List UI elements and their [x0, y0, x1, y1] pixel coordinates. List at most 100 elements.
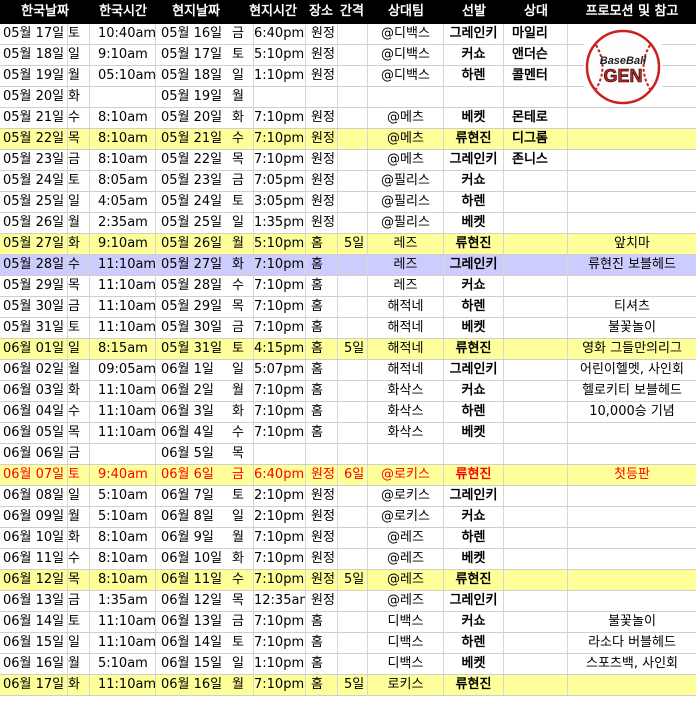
cell-kd: 06월 09일 — [0, 507, 68, 527]
cell-team: 해적네 — [368, 297, 444, 317]
cell-kt: 11:10am — [90, 318, 156, 338]
cell-sp: 류현진 — [444, 129, 504, 149]
cell-ld: 05월 24일 — [161, 194, 223, 209]
cell-team: @필리스 — [368, 192, 444, 212]
cell-kw: 수 — [68, 402, 90, 422]
header-cell: 상대팀 — [388, 4, 424, 19]
cell-lw: 목 — [232, 150, 254, 170]
cell-kd: 06월 11일 — [0, 549, 68, 569]
cell-team: @디백스 — [368, 66, 444, 86]
cell-promo: 티셔츠 — [614, 299, 650, 314]
cell-kd: 06월 16일 — [0, 654, 68, 674]
cell-opp — [504, 486, 568, 506]
cell-team — [368, 444, 444, 464]
cell-sp: 류현진 — [444, 465, 504, 485]
cell-kd: 06월 12일 — [0, 570, 68, 590]
cell-ld: 05월 28일 — [161, 278, 223, 293]
cell-promo: 스포츠백, 사인회 — [586, 656, 678, 671]
cell-ld: 06월 12일 — [161, 593, 223, 608]
cell-lt: 12:35am — [254, 591, 306, 611]
cell-opp: 몬테로 — [504, 108, 568, 128]
cell-kd: 06월 05일 — [0, 423, 68, 443]
cell-opp — [504, 654, 568, 674]
cell-promo — [568, 528, 696, 548]
cell-opp — [504, 171, 568, 191]
cell-team — [368, 87, 444, 107]
table-row: 05월 30일 금 11:10am 05월 29일 목 7:10pm 홈 해적네 하렌 티셔츠 — [0, 297, 696, 318]
cell-kw: 목 — [68, 129, 90, 149]
cell-kd: 05월 31일 — [0, 318, 68, 338]
cell-kt — [90, 444, 156, 464]
cell-opp — [504, 255, 568, 275]
cell-kt: 8:10am — [90, 528, 156, 548]
table-row: 05월 28일 수 11:10am 05월 27일 화 7:10pm 홈 레즈 그레인키 류현진 … — [0, 255, 696, 276]
cell-pl — [306, 87, 338, 107]
cell-opp — [504, 276, 568, 296]
cell-kd: 05월 28일 — [0, 255, 68, 275]
cell-promo: 헬로키티 보블헤드 — [582, 383, 682, 398]
cell-kd: 05월 21일 — [0, 108, 68, 128]
cell-sp: 그레인키 — [444, 486, 504, 506]
cell-opp — [504, 87, 568, 107]
cell-kd: 05월 23일 — [0, 150, 68, 170]
header-cell: 상대 — [524, 4, 548, 19]
cell-gap — [338, 402, 368, 422]
cell-gap — [338, 423, 368, 443]
cell-opp — [504, 444, 568, 464]
cell-ld: 06월 13일 — [161, 614, 223, 629]
baseball-icon: BaseBall GEN — [585, 29, 661, 105]
baseball-gen-logo: BaseBall GEN — [584, 28, 662, 106]
table-row: 06월 10일 화 8:10am 06월 9일 월 7:10pm 원정 @레즈 하렌 — [0, 528, 696, 549]
cell-kd: 06월 04일 — [0, 402, 68, 422]
cell-kw: 화 — [68, 234, 90, 254]
cell-kw: 토 — [68, 465, 90, 485]
header-cell: 현지시간 — [249, 4, 297, 19]
cell-gap — [338, 633, 368, 653]
header-cell: 간격 — [340, 4, 364, 19]
cell-lw: 일 — [232, 360, 254, 380]
cell-pl: 원정 — [306, 549, 338, 569]
cell-sp: 그레인키 — [444, 150, 504, 170]
cell-promo — [568, 171, 696, 191]
cell-opp — [504, 507, 568, 527]
cell-lt: 5:10pm — [254, 45, 306, 65]
cell-promo: 어린이헬멧, 사인회 — [580, 362, 684, 377]
cell-ld: 06월 15일 — [161, 656, 223, 671]
table-row: 06월 16일 월 5:10am 06월 15일 일 1:10pm 홈 디백스 베켓 스포츠백, … — [0, 654, 696, 675]
cell-lt: 2:10pm — [254, 486, 306, 506]
cell-sp: 하렌 — [444, 633, 504, 653]
cell-pl: 홈 — [306, 297, 338, 317]
cell-opp — [504, 633, 568, 653]
cell-pl: 원정 — [306, 507, 338, 527]
cell-kw: 목 — [68, 570, 90, 590]
cell-sp: 하렌 — [444, 66, 504, 86]
header-cell: 한국시간 — [99, 4, 147, 19]
header-cell: 프로모션 및 참고 — [585, 4, 679, 19]
cell-kd: 05월 30일 — [0, 297, 68, 317]
cell-kw: 화 — [68, 675, 90, 695]
cell-lw: 화 — [232, 108, 254, 128]
cell-pl: 원정 — [306, 570, 338, 590]
cell-kt: 8:10am — [90, 108, 156, 128]
cell-pl: 원정 — [306, 24, 338, 44]
cell-lw: 월 — [232, 234, 254, 254]
cell-team: @로키스 — [368, 465, 444, 485]
table-row: 06월 14일 토 11:10am 06월 13일 금 7:10pm 홈 디백스 커쇼 불꽃놀이 — [0, 612, 696, 633]
cell-pl: 원정 — [306, 45, 338, 65]
cell-kd: 06월 13일 — [0, 591, 68, 611]
cell-ld: 06월 10일 — [161, 551, 223, 566]
cell-lt: 6:40pm — [254, 24, 306, 44]
cell-kt: 9:40am — [90, 465, 156, 485]
cell-kw: 일 — [68, 633, 90, 653]
cell-kw: 화 — [68, 528, 90, 548]
cell-gap — [338, 612, 368, 632]
cell-sp — [444, 87, 504, 107]
cell-team: 화삭스 — [368, 402, 444, 422]
cell-opp — [504, 423, 568, 443]
cell-pl: 원정 — [306, 129, 338, 149]
cell-kw: 일 — [68, 339, 90, 359]
cell-ld: 05월 21일 — [161, 131, 223, 146]
cell-kt: 09:05am — [90, 360, 156, 380]
cell-kt: 2:35am — [90, 213, 156, 233]
cell-sp: 베켓 — [444, 213, 504, 233]
